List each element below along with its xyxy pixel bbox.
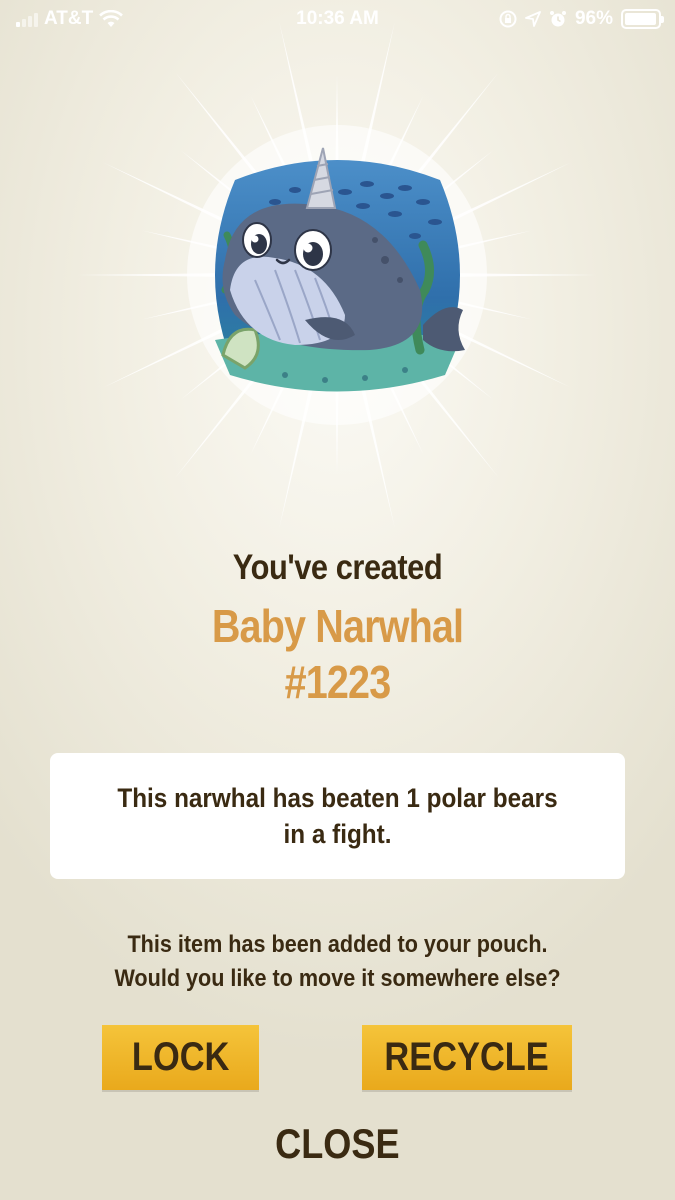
recycle-button[interactable]: RECYCLE xyxy=(362,1025,572,1090)
close-button-row: CLOSE xyxy=(0,1120,675,1168)
pouch-message: This item has been added to your pouch. … xyxy=(0,928,675,996)
item-name: Baby Narwhal #1223 xyxy=(47,598,628,710)
lock-button-label: LOCK xyxy=(131,1035,230,1079)
item-name-label: Baby Narwhal xyxy=(211,600,464,652)
item-number: #1223 xyxy=(284,656,392,708)
recycle-button-label: RECYCLE xyxy=(384,1035,550,1079)
item-description: This narwhal has beaten 1 polar bears in… xyxy=(117,783,558,849)
pouch-message-line2: Would you like to move it somewhere else… xyxy=(114,965,561,992)
created-heading: You've created xyxy=(232,548,443,587)
item-description-card: This narwhal has beaten 1 polar bears in… xyxy=(50,753,625,879)
close-button[interactable]: CLOSE xyxy=(275,1120,399,1168)
narwhal-illustration xyxy=(215,147,465,392)
pouch-message-line1: This item has been added to your pouch. xyxy=(127,931,548,958)
lock-button[interactable]: LOCK xyxy=(102,1025,259,1090)
